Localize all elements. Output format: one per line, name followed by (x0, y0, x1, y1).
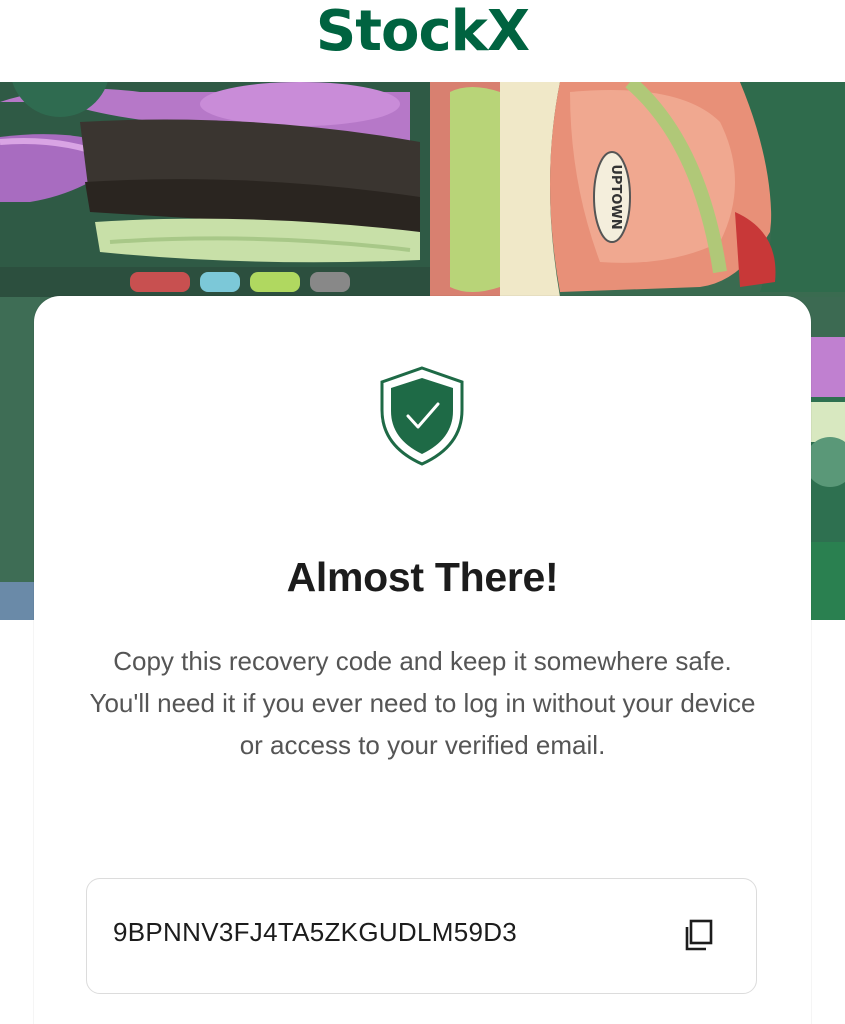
copy-icon[interactable] (680, 917, 716, 953)
recovery-code-value: 9BPNNV3FJ4TA5ZKGUDLM59D3 (113, 917, 518, 947)
stockx-logo[interactable]: StockX (316, 4, 530, 60)
shield-check-icon (378, 366, 466, 466)
recovery-code-page: StockX UPTOWN Almost There! Copy this re… (0, 0, 845, 1024)
recovery-code-card: Almost There! Copy this recovery code an… (34, 296, 811, 1024)
header: StockX (0, 0, 845, 82)
page-title: Almost There! (286, 554, 559, 600)
recovery-description: Copy this recovery code and keep it some… (89, 646, 756, 760)
shoe-label-text: UPTOWN (608, 164, 623, 229)
recovery-code-field[interactable]: 9BPNNV3FJ4TA5ZKGUDLM59D3 (86, 878, 757, 994)
